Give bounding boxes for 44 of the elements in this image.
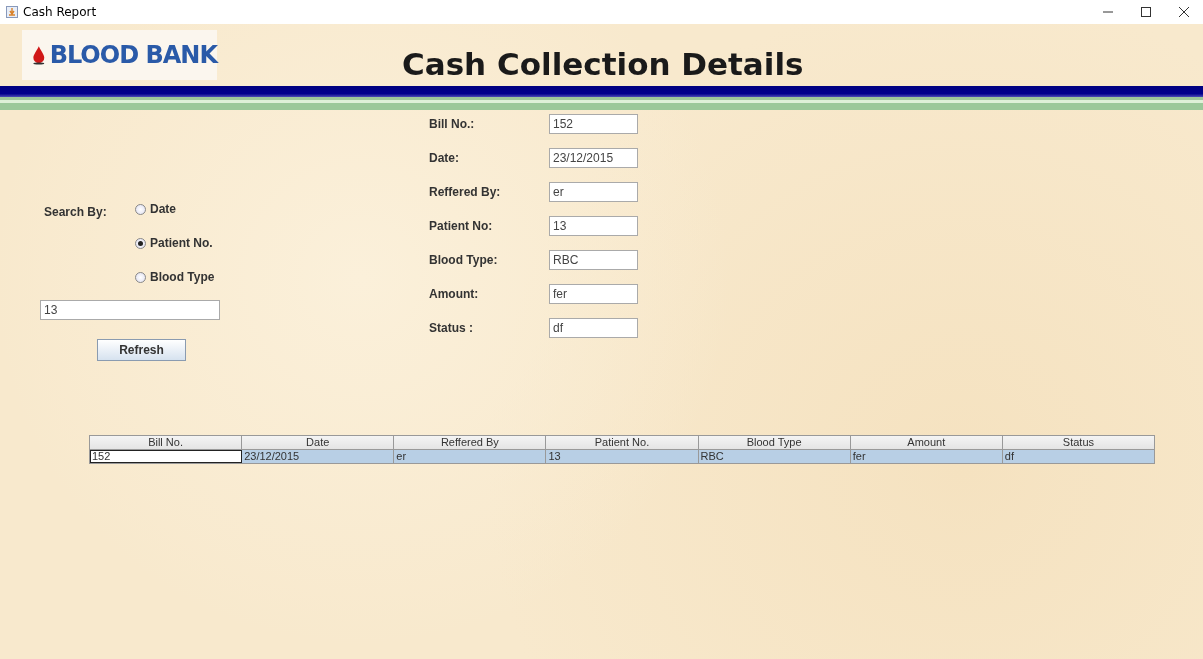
close-icon <box>1179 7 1189 17</box>
field-label: Reffered By: <box>429 185 502 199</box>
column-header[interactable]: Amount <box>850 436 1003 450</box>
text-field[interactable]: df <box>549 318 638 338</box>
table-cell: 152 <box>90 450 243 463</box>
text-field[interactable]: 23/12/2015 <box>549 148 638 168</box>
text-field[interactable]: 13 <box>549 216 638 236</box>
window-title: Cash Report <box>23 5 97 19</box>
column-header[interactable]: Date <box>242 436 395 450</box>
text-field[interactable]: er <box>549 182 638 202</box>
table-cell: RBC <box>698 450 851 463</box>
radio-label: Patient No. <box>150 236 213 250</box>
radio-label: Blood Type <box>150 270 215 284</box>
table-cell: df <box>1002 450 1154 463</box>
text-field[interactable]: RBC <box>549 250 638 270</box>
radio-label: Date <box>150 202 176 216</box>
column-header[interactable]: Blood Type <box>698 436 851 450</box>
column-header[interactable]: Status <box>1002 436 1154 450</box>
table-row[interactable]: 152 23/12/2015 er 13 RBC fer df <box>90 450 1154 463</box>
field-label: Blood Type: <box>429 253 499 267</box>
search-field[interactable]: 13 <box>40 300 220 320</box>
field-label: Patient No: <box>429 219 494 233</box>
logo-text: BLOOD BANK <box>49 41 217 69</box>
page-title: Cash Collection Details <box>402 46 804 82</box>
column-header[interactable]: Patient No. <box>546 436 699 450</box>
maximize-icon <box>1141 7 1151 17</box>
column-header[interactable]: Bill No. <box>90 436 243 450</box>
table-cell: 13 <box>546 450 699 463</box>
field-label: Amount: <box>429 287 480 301</box>
field-label: Bill No.: <box>429 117 476 131</box>
search-by-label: Search By: <box>43 204 108 221</box>
radio-button[interactable] <box>135 203 146 215</box>
table-cell: er <box>394 450 547 463</box>
radio-button[interactable] <box>135 237 146 249</box>
text-field[interactable]: 152 <box>549 114 638 134</box>
column-header[interactable]: Reffered By <box>394 436 547 450</box>
text-field[interactable]: fer <box>549 284 638 304</box>
field-label: Date: <box>429 151 460 165</box>
table-cell: fer <box>850 450 1003 463</box>
field-label: Status : <box>429 321 474 335</box>
radio-button[interactable] <box>135 271 146 283</box>
refresh-button[interactable]: Refresh <box>97 339 186 361</box>
table-cell: 23/12/2015 <box>242 450 395 463</box>
app-icon <box>6 6 18 18</box>
